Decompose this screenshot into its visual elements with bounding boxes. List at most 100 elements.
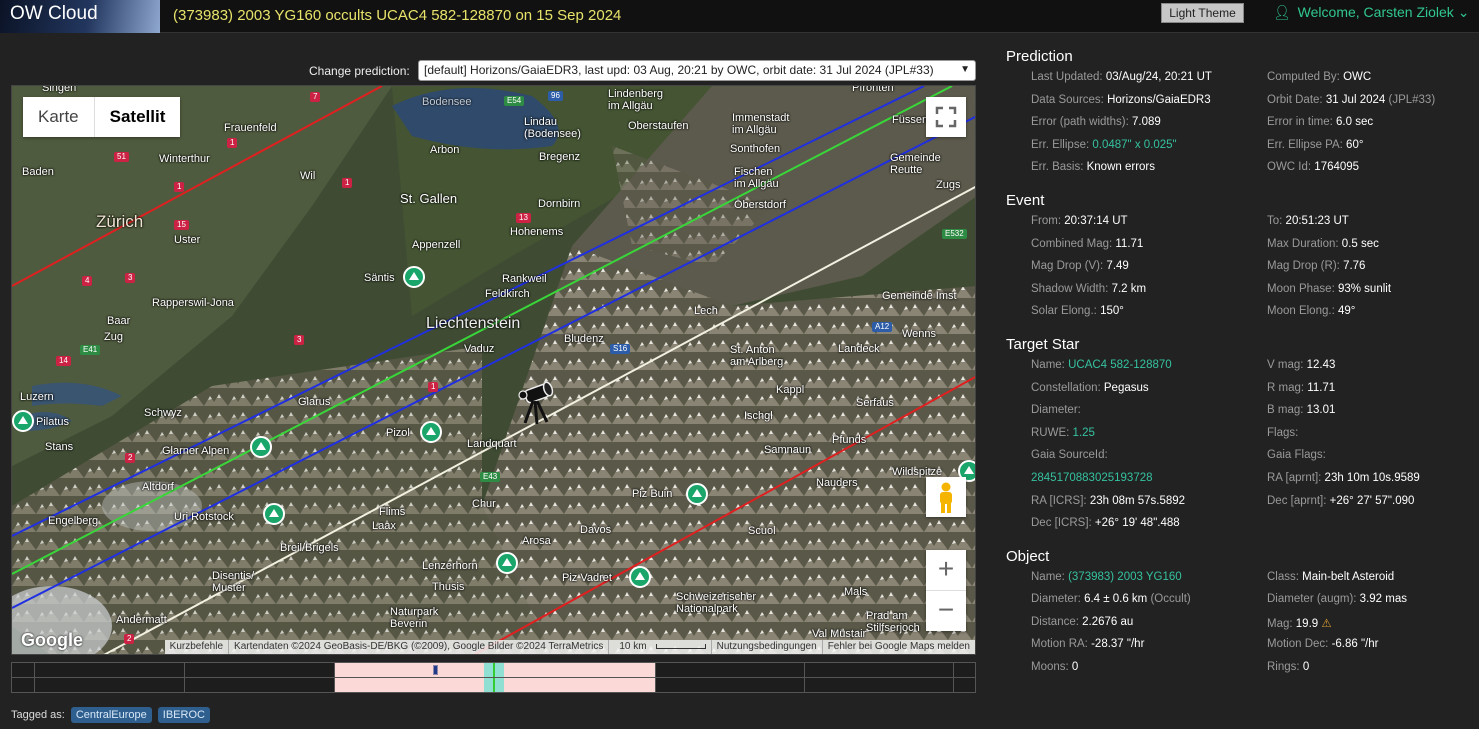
mountain-pin-icon[interactable] <box>686 483 708 505</box>
road-marker: 96 <box>548 91 563 101</box>
timeline-marker[interactable] <box>433 665 438 675</box>
place-label: Mals <box>844 586 868 598</box>
place-label: Vaduz <box>464 343 495 355</box>
detail-row: Mag: 19.9 ⚠ <box>1267 616 1479 639</box>
light-theme-button[interactable]: Light Theme <box>1161 3 1244 23</box>
event-timeline[interactable] <box>11 662 976 693</box>
place-label: Fischen im Allgäu <box>734 166 779 190</box>
detail-value[interactable]: 0.0487" x 0.025" <box>1092 139 1176 151</box>
detail-label: Constellation: <box>1031 381 1101 394</box>
detail-label: V mag: <box>1267 358 1304 371</box>
detail-row: Err. Basis: Known errors <box>1031 161 1267 184</box>
mountain-pin-icon[interactable] <box>420 421 442 443</box>
place-label: Baden <box>22 166 54 178</box>
detail-value: 7.49 <box>1106 260 1129 273</box>
place-label: Luzern <box>20 391 54 403</box>
report-error-link[interactable]: Fehler bei Google Maps melden <box>821 640 975 654</box>
place-label: Ischgl <box>744 410 773 422</box>
user-menu[interactable]: 👤︎ Welcome, Carsten Ziolek ⌄ <box>1273 4 1469 21</box>
detail-row: Error (path widths): 7.089 <box>1031 116 1267 139</box>
place-label: Andermatt <box>116 614 167 626</box>
scale-bar <box>655 643 706 649</box>
place-label: Thusis <box>432 581 465 593</box>
tag-centraleurope[interactable]: CentralEurope <box>70 707 152 723</box>
mountain-pin-icon[interactable] <box>12 410 34 432</box>
road-marker: A12 <box>872 322 893 332</box>
place-label: St. Anton am Arlberg <box>730 344 784 368</box>
fullscreen-button[interactable] <box>926 97 966 137</box>
street-view-button[interactable] <box>926 477 966 517</box>
place-label: Feldkirch <box>485 288 530 300</box>
detail-label: Combined Mag: <box>1031 237 1113 250</box>
detail-label: RA [aprnt]: <box>1267 471 1322 484</box>
detail-label: Computed By: <box>1267 71 1340 83</box>
warning-icon[interactable]: ⚠ <box>1321 618 1331 630</box>
detail-value: 3.92 mas <box>1359 593 1407 606</box>
detail-row: Rings: 0 <box>1267 661 1479 684</box>
map-view[interactable]: Zürich Liechtenstein St. Gallen Frauenfe… <box>11 85 976 655</box>
mountain-pin-icon[interactable] <box>496 552 518 574</box>
road-marker: S16 <box>610 344 631 354</box>
google-logo[interactable]: Google <box>21 630 83 651</box>
detail-row: RA [ICRS]: 23h 08m 57s.5892 <box>1031 495 1267 518</box>
mountain-pin-icon[interactable] <box>250 436 272 458</box>
detail-value: -6.86 "/hr <box>1331 638 1379 651</box>
detail-value: 7.089 <box>1131 116 1161 129</box>
detail-value[interactable]: (373983) 2003 YG160 <box>1068 571 1182 583</box>
maptype-karte-button[interactable]: Karte <box>23 97 94 137</box>
place-label: Davos <box>580 524 612 536</box>
detail-value: 19.9 <box>1295 617 1319 630</box>
detail-value[interactable]: UCAC4 582-128870 <box>1068 359 1172 371</box>
detail-value: +26° 27' 57".090 <box>1329 494 1415 507</box>
mountain-pin-icon[interactable] <box>403 266 425 288</box>
detail-label: Mag Drop (V): <box>1031 260 1104 273</box>
detail-label: Dec [ICRS]: <box>1031 517 1092 530</box>
detail-label: R mag: <box>1267 381 1305 394</box>
brand-logo[interactable]: OW Cloud <box>0 0 160 33</box>
detail-label: OWC Id: <box>1267 161 1312 174</box>
chevron-down-icon: ⌄ <box>1457 4 1470 20</box>
keyboard-shortcuts-link[interactable]: Kurzbefehle <box>165 640 228 654</box>
road-marker: E532 <box>942 229 967 239</box>
place-label: Sonthofen <box>730 143 781 155</box>
road-marker: 1 <box>174 182 185 192</box>
detail-value: Known errors <box>1086 161 1155 174</box>
detail-label: Name: <box>1031 570 1065 583</box>
tag-iberoc[interactable]: IBEROC <box>157 707 210 723</box>
place-label: Winterthur <box>159 153 210 165</box>
place-label: Piz Buin <box>632 488 673 500</box>
prediction-select[interactable]: [default] Horizons/GaiaEDR3, last upd: 0… <box>418 60 976 81</box>
detail-value: 1764095 <box>1314 161 1360 174</box>
scale-indicator[interactable]: 10 km <box>608 640 710 654</box>
target-star-section: Target Star Name: UCAC4 582-128870 V mag:… <box>1006 336 1466 540</box>
timeline-tick <box>334 663 335 692</box>
place-label: St. Gallen <box>400 191 458 206</box>
place-label: Lindenberg im Allgäu <box>608 88 664 112</box>
detail-row: Motion Dec: -6.86 "/hr <box>1267 638 1479 661</box>
mountain-pin-icon[interactable] <box>629 566 651 588</box>
detail-label: Flags: <box>1267 426 1299 439</box>
detail-value: 12.43 <box>1306 358 1336 371</box>
place-label: Uri Rotstock <box>174 511 234 523</box>
detail-label: Gaia SourceId: <box>1031 449 1108 462</box>
detail-value: Horizons/GaiaEDR3 <box>1107 93 1211 106</box>
maptype-satellit-button[interactable]: Satellit <box>93 97 181 137</box>
timeline-tick <box>804 663 805 692</box>
detail-row: RUWE: 1.25 <box>1031 427 1267 450</box>
scale-label: 10 km <box>619 641 647 652</box>
detail-value: 20:51:23 UT <box>1285 214 1349 227</box>
detail-row: Error in time: 6.0 sec <box>1267 116 1479 139</box>
zoom-out-button[interactable]: − <box>926 591 966 631</box>
detail-value[interactable]: 1.25 <box>1073 427 1095 439</box>
detail-value: 13.01 <box>1306 404 1336 417</box>
detail-value[interactable]: 2845170883025193728 <box>1031 472 1153 484</box>
terms-link[interactable]: Nutzungsbedingungen <box>710 640 822 654</box>
place-label: Altdorf <box>142 481 174 493</box>
zoom-in-button[interactable]: + <box>926 550 966 590</box>
detail-value: 20:37:14 UT <box>1064 214 1128 227</box>
observer-telescope-icon[interactable] <box>517 381 557 426</box>
pegman-icon <box>940 482 952 513</box>
mountain-pin-icon[interactable] <box>263 503 285 525</box>
place-label: Liechtenstein <box>426 315 521 332</box>
detail-value: 6.4 ± 0.6 km <box>1084 593 1148 606</box>
